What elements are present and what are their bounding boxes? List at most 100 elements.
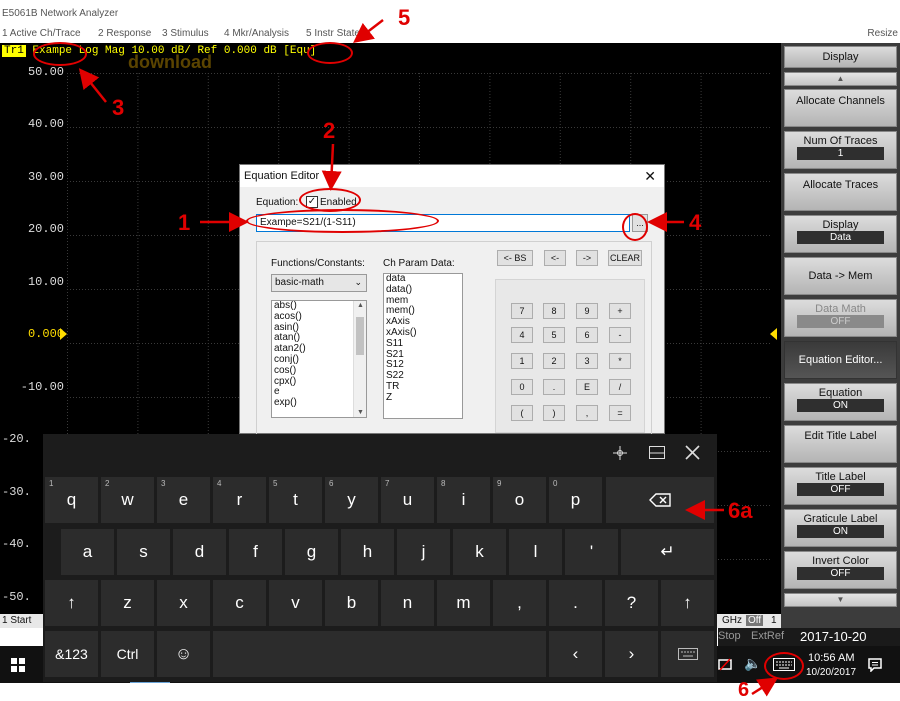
keypad-key[interactable]: 6 [576,327,598,343]
keypad-key[interactable]: 3 [576,353,598,369]
softkey-invert-color[interactable]: Invert Color OFF [784,551,897,589]
close-keyboard-icon[interactable] [685,445,700,460]
list-item[interactable]: data() [384,284,462,296]
key[interactable]: i8 [437,477,490,523]
keypad-key[interactable]: , [576,405,598,421]
menu-instr-state[interactable]: 5 Instr State [306,28,360,39]
key[interactable]: d [173,529,226,575]
close-icon[interactable]: ✕ [644,168,656,185]
functions-list[interactable]: abs() acos() asin() atan() atan2() conj(… [271,300,367,418]
scroll-down-icon[interactable]: ▼ [354,409,366,416]
ctrl-key[interactable]: Ctrl [101,631,154,677]
key[interactable]: q1 [45,477,98,523]
functions-scrollbar[interactable]: ▲ ▼ [353,301,366,417]
keypad-key[interactable]: * [609,353,631,369]
backspace-key[interactable] [606,477,714,523]
key[interactable]: y6 [325,477,378,523]
keypad-key[interactable]: + [609,303,631,319]
resize-button[interactable]: Resize [867,28,898,39]
tray-time[interactable]: 10:56 AM [808,652,854,664]
keypad-key[interactable]: 0 [511,379,533,395]
key[interactable]: k [453,529,506,575]
key[interactable]: x [157,580,210,626]
softkey-equation-editor[interactable]: Equation Editor... [784,341,897,379]
key[interactable]: ' [565,529,618,575]
menu-active-ch-trace[interactable]: 1 Active Ch/Trace [2,28,81,39]
menu-stimulus[interactable]: 3 Stimulus [162,28,209,39]
list-item[interactable]: cos() [272,365,366,377]
menu-mkr-analysis[interactable]: 4 Mkr/Analysis [224,28,289,39]
key[interactable]: , [493,580,546,626]
key[interactable]: m [437,580,490,626]
key[interactable]: j [397,529,450,575]
backspace-button[interactable]: <- BS [497,250,533,266]
cursor-right-button[interactable]: -> [576,250,598,266]
key[interactable]: w2 [101,477,154,523]
keypad-key[interactable]: 4 [511,327,533,343]
key[interactable]: p0 [549,477,602,523]
list-item[interactable]: exp() [272,397,366,409]
param-data-list[interactable]: data data() mem mem() xAxis xAxis() S11 … [383,273,463,419]
keypad-key[interactable]: / [609,379,631,395]
softkey-graticule-label[interactable]: Graticule Label ON [784,509,897,547]
enter-key[interactable]: ↵ [621,529,714,575]
keypad-key[interactable]: = [609,405,631,421]
softkey-data-to-mem[interactable]: Data -> Mem [784,257,897,295]
softkey-scroll-up[interactable]: ▲ [784,72,897,86]
key[interactable]: z [101,580,154,626]
key[interactable]: c [213,580,266,626]
key[interactable]: t5 [269,477,322,523]
key[interactable]: . [549,580,602,626]
right-arrow-key[interactable]: › [605,631,658,677]
emoji-key[interactable]: ☺ [157,631,210,677]
cursor-left-button[interactable]: <- [544,250,566,266]
key[interactable]: e3 [157,477,210,523]
tray-date[interactable]: 10/20/2017 [806,667,856,678]
list-item[interactable]: cpx() [272,376,366,388]
function-category-select[interactable]: basic-math ⌄ [271,274,367,292]
key[interactable]: a [61,529,114,575]
softkey-title-label[interactable]: Title Label OFF [784,467,897,505]
keyboard-layout-key[interactable] [661,631,714,677]
softkey-allocate-channels[interactable]: Allocate Channels [784,89,897,127]
keypad-key[interactable]: - [609,327,631,343]
keypad-key[interactable]: 8 [543,303,565,319]
key[interactable]: ? [605,580,658,626]
menu-response[interactable]: 2 Response [98,28,151,39]
space-key[interactable] [213,631,546,677]
keypad-key[interactable]: 7 [511,303,533,319]
softkey-scroll-down[interactable]: ▼ [784,593,897,607]
key[interactable]: f [229,529,282,575]
scroll-thumb[interactable] [356,317,364,355]
volume-icon[interactable]: 🔈 [744,655,761,672]
key[interactable]: r4 [213,477,266,523]
softkey-header-display[interactable]: Display [784,46,897,68]
list-item[interactable]: acos() [272,311,366,323]
softkey-edit-title-label[interactable]: Edit Title Label [784,425,897,463]
list-item[interactable]: Z [384,392,462,404]
keypad-key[interactable]: ( [511,405,533,421]
key[interactable]: g [285,529,338,575]
clear-button[interactable]: CLEAR [608,250,642,266]
scroll-up-icon[interactable]: ▲ [354,302,366,309]
keypad-key[interactable]: ) [543,405,565,421]
softkey-equation[interactable]: Equation ON [784,383,897,421]
symbols-key[interactable]: &123 [45,631,98,677]
left-arrow-key[interactable]: ‹ [549,631,602,677]
softkey-data-math[interactable]: Data Math OFF [784,299,897,337]
keypad-key[interactable]: 5 [543,327,565,343]
key[interactable]: h [341,529,394,575]
shift-key[interactable]: ↑ [661,580,714,626]
move-keyboard-icon[interactable] [613,446,627,460]
softkey-num-of-traces[interactable]: Num Of Traces 1 [784,131,897,169]
key[interactable]: l [509,529,562,575]
keypad-key[interactable]: 9 [576,303,598,319]
keypad-key[interactable]: . [543,379,565,395]
key[interactable]: s [117,529,170,575]
dock-keyboard-icon[interactable] [649,446,665,459]
key[interactable]: u7 [381,477,434,523]
keypad-key[interactable]: 1 [511,353,533,369]
dialog-titlebar[interactable]: Equation Editor ✕ [240,165,664,187]
list-item[interactable]: TR [384,381,462,393]
key[interactable]: v [269,580,322,626]
